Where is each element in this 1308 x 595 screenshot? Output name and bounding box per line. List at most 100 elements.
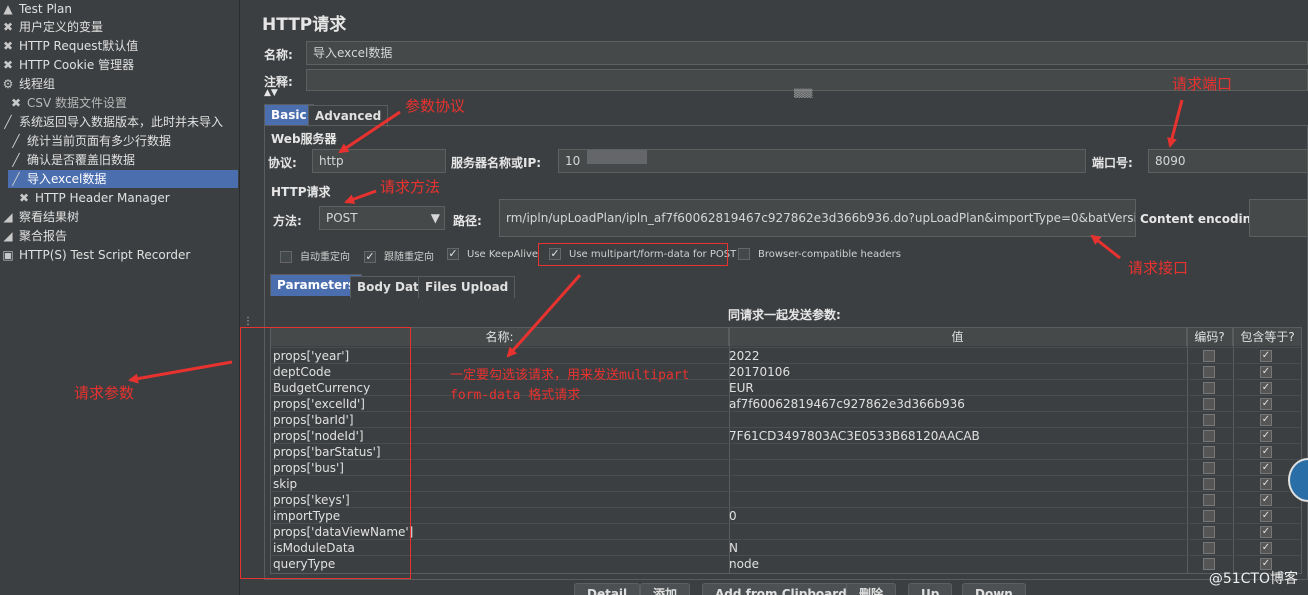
param-value-cell[interactable]: [729, 412, 1185, 428]
content-encoding-field[interactable]: [1249, 199, 1308, 237]
tree-item[interactable]: ◢ 聚合报告: [0, 227, 67, 245]
table-row[interactable]: queryType node ✓: [271, 555, 1301, 572]
follow-redirect-checkbox[interactable]: ✓ 跟随重定向: [364, 248, 434, 263]
include-equals-checkbox[interactable]: ✓: [1260, 382, 1272, 394]
table-row[interactable]: isModuleData N ✓: [271, 539, 1301, 556]
tree-item[interactable]: ▣ HTTP(S) Test Script Recorder: [0, 246, 190, 264]
encode-checkbox[interactable]: [1203, 478, 1215, 490]
splitter-grip-icon[interactable]: ⋮: [243, 316, 253, 327]
delete-button[interactable]: 删除: [846, 583, 897, 595]
table-row[interactable]: importType 0 ✓: [271, 507, 1301, 524]
keepalive-box[interactable]: ✓: [447, 248, 459, 260]
encode-checkbox[interactable]: [1203, 462, 1215, 474]
include-equals-checkbox[interactable]: ✓: [1260, 398, 1272, 410]
include-equals-checkbox[interactable]: ✓: [1260, 366, 1272, 378]
comment-field[interactable]: [306, 69, 1308, 91]
add-from-clipboard-button[interactable]: Add from Clipboard: [702, 583, 860, 595]
encode-checkbox[interactable]: [1203, 494, 1215, 506]
tree-item[interactable]: ✖ CSV 数据文件设置: [8, 94, 127, 112]
include-equals-checkbox[interactable]: ✓: [1260, 526, 1272, 538]
table-row[interactable]: props['year'] 2022 ✓: [271, 347, 1301, 364]
resize-grip-icon[interactable]: ▒▒▒: [794, 89, 812, 98]
param-value-cell[interactable]: 20170106: [729, 364, 1185, 380]
table-row[interactable]: props['dataViewName'] ✓: [271, 523, 1301, 540]
param-value-cell[interactable]: 0: [729, 508, 1185, 524]
encode-checkbox[interactable]: [1203, 526, 1215, 538]
keepalive-checkbox[interactable]: ✓ Use KeepAlive: [447, 248, 538, 260]
browser-headers-box[interactable]: [738, 248, 750, 260]
include-equals-checkbox[interactable]: ✓: [1260, 446, 1272, 458]
tree-item[interactable]: ◢ 察看结果树: [0, 208, 79, 226]
param-value-cell[interactable]: node: [729, 556, 1185, 572]
table-row[interactable]: props['barStatus'] ✓: [271, 443, 1301, 460]
param-value-cell[interactable]: [729, 524, 1185, 540]
include-equals-checkbox[interactable]: ✓: [1260, 494, 1272, 506]
include-equals-checkbox[interactable]: ✓: [1260, 510, 1272, 522]
encode-checkbox[interactable]: [1203, 446, 1215, 458]
include-equals-checkbox[interactable]: ✓: [1260, 462, 1272, 474]
param-value-cell[interactable]: [729, 444, 1185, 460]
param-value-cell[interactable]: af7f60062819467c927862e3d366b936: [729, 396, 1185, 412]
tree-item[interactable]: ⚙ 线程组: [0, 75, 55, 93]
tab-advanced[interactable]: Advanced: [308, 105, 389, 127]
encode-checkbox[interactable]: [1203, 510, 1215, 522]
path-field[interactable]: rm/ipln/upLoadPlan/ipln_af7f60062819467c…: [499, 199, 1136, 237]
include-equals-checkbox[interactable]: ✓: [1260, 414, 1272, 426]
tree-item[interactable]: ✖ HTTP Cookie 管理器: [0, 56, 134, 74]
name-field[interactable]: 导入excel数据: [306, 41, 1308, 65]
tree-item[interactable]: ╱ 系统返回导入数据版本，此时并未导入: [0, 113, 223, 131]
encode-checkbox[interactable]: [1203, 398, 1215, 410]
chevron-down-icon[interactable]: ▼: [431, 207, 440, 229]
table-row[interactable]: props['keys'] ✓: [271, 491, 1301, 508]
param-value-cell[interactable]: 2022: [729, 348, 1185, 364]
tab-basic[interactable]: Basic: [264, 104, 314, 126]
tree-item[interactable]: ✖ 用户定义的变量: [0, 18, 103, 36]
tab-parameters[interactable]: Parameters: [270, 274, 363, 296]
browser-headers-checkbox[interactable]: Browser-compatible headers: [738, 248, 901, 260]
up-button[interactable]: Up: [908, 583, 953, 595]
include-equals-checkbox[interactable]: ✓: [1260, 542, 1272, 554]
tab-files-upload[interactable]: Files Upload: [418, 276, 516, 298]
tree-item[interactable]: ✖ HTTP Request默认值: [0, 37, 138, 55]
include-equals-checkbox[interactable]: ✓: [1260, 350, 1272, 362]
detail-button[interactable]: Detail: [574, 583, 641, 595]
auto-redirect-checkbox[interactable]: 自动重定向: [280, 248, 350, 263]
method-select[interactable]: POST ▼: [319, 206, 445, 230]
table-row[interactable]: props['bus'] ✓: [271, 459, 1301, 476]
encode-checkbox[interactable]: [1203, 366, 1215, 378]
include-equals-checkbox[interactable]: ✓: [1260, 430, 1272, 442]
column-value-header[interactable]: 值: [729, 328, 1187, 346]
param-value-cell[interactable]: [729, 492, 1185, 508]
encode-checkbox[interactable]: [1203, 542, 1215, 554]
table-row[interactable]: props['nodeId'] 7F61CD3497803AC3E0533B681…: [271, 427, 1301, 444]
encode-checkbox[interactable]: [1203, 350, 1215, 362]
collapse-arrows-icon[interactable]: ▲▼: [264, 88, 278, 98]
param-value-cell[interactable]: EUR: [729, 380, 1185, 396]
column-encode-header[interactable]: 编码?: [1187, 328, 1233, 346]
tree-item[interactable]: ✖ HTTP Header Manager: [16, 189, 170, 207]
param-value-cell[interactable]: 7F61CD3497803AC3E0533B68120AACAB: [729, 428, 1185, 444]
param-value-cell[interactable]: [729, 460, 1185, 476]
table-row[interactable]: props['barId'] ✓: [271, 411, 1301, 428]
auto-redirect-box[interactable]: [280, 251, 292, 263]
add-button[interactable]: 添加: [640, 583, 691, 595]
param-value-cell[interactable]: N: [729, 540, 1185, 556]
tree-item[interactable]: ╱ 导入excel数据: [8, 170, 238, 188]
tree-item[interactable]: ╱ 统计当前页面有多少行数据: [8, 132, 171, 150]
encode-checkbox[interactable]: [1203, 430, 1215, 442]
table-row[interactable]: deptCode 20170106 ✓: [271, 363, 1301, 380]
param-value-cell[interactable]: [729, 476, 1185, 492]
column-include-equals-header[interactable]: 包含等于?: [1233, 328, 1301, 346]
tree-item[interactable]: ▲ Test Plan: [0, 0, 72, 18]
table-row[interactable]: props['excelId'] af7f60062819467c927862e3…: [271, 395, 1301, 412]
down-button[interactable]: Down: [962, 583, 1026, 595]
port-field[interactable]: 8090: [1148, 149, 1308, 173]
table-row[interactable]: BudgetCurrency EUR ✓: [271, 379, 1301, 396]
encode-checkbox[interactable]: [1203, 382, 1215, 394]
protocol-field[interactable]: http: [312, 149, 446, 173]
include-equals-checkbox[interactable]: ✓: [1260, 478, 1272, 490]
follow-redirect-box[interactable]: ✓: [364, 251, 376, 263]
tree-item[interactable]: ╱ 确认是否覆盖旧数据: [8, 151, 135, 169]
encode-checkbox[interactable]: [1203, 414, 1215, 426]
table-row[interactable]: skip ✓: [271, 475, 1301, 492]
